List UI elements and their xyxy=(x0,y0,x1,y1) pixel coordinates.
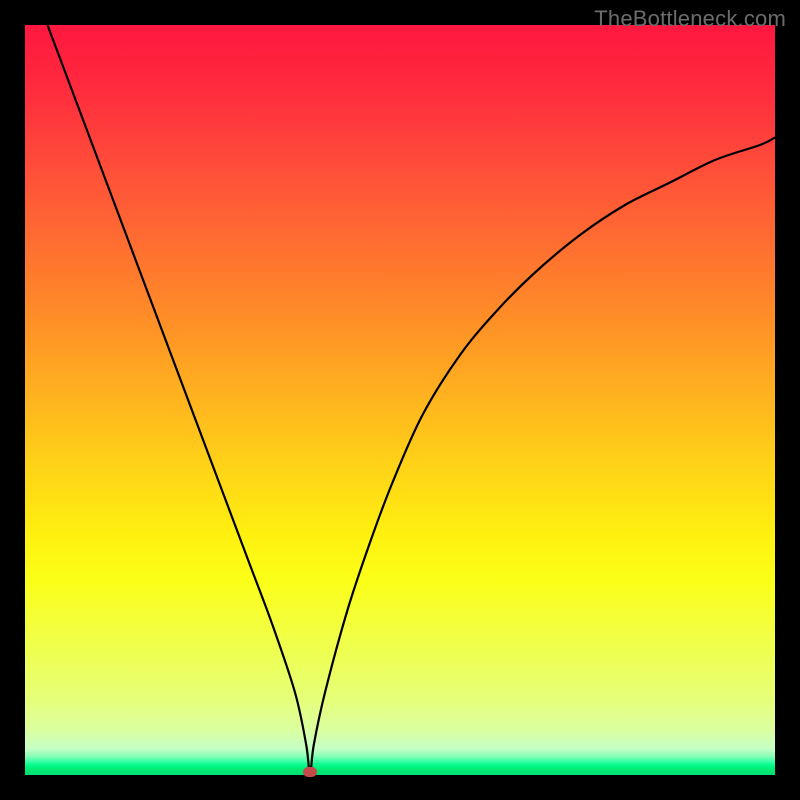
bottleneck-curve xyxy=(48,25,776,775)
watermark-text: TheBottleneck.com xyxy=(594,6,786,32)
chart-frame xyxy=(25,25,775,775)
min-point-marker xyxy=(303,767,317,777)
chart-curve-svg xyxy=(25,25,775,775)
